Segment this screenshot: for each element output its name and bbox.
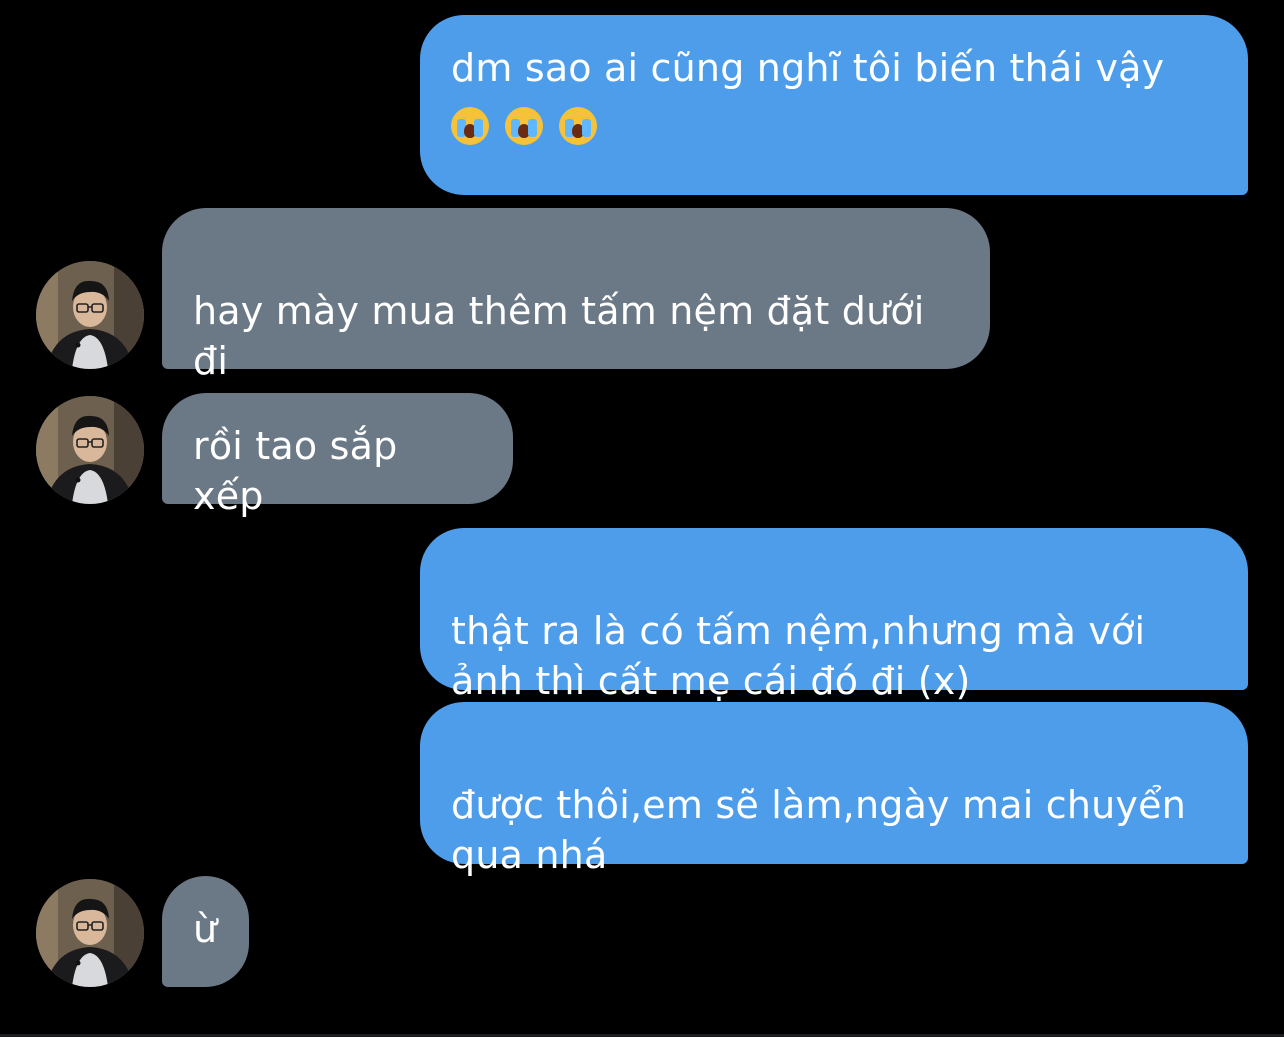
message-text: rồi tao sắp xếp: [193, 424, 398, 518]
message-text: thật ra là có tấm nệm,nhưng mà với ảnh t…: [451, 609, 1146, 703]
message-text: hay mày mua thêm tấm nệm đặt dưới đi: [193, 289, 925, 383]
outgoing-message[interactable]: dm sao ai cũng nghĩ tôi biến thái vậy: [420, 15, 1248, 195]
incoming-message[interactable]: hay mày mua thêm tấm nệm đặt dưới đi: [162, 208, 990, 383]
loudly-crying-face-icon: [451, 107, 489, 145]
contact-avatar[interactable]: [36, 261, 144, 369]
emoji-row: [451, 107, 1208, 145]
message-text: dm sao ai cũng nghĩ tôi biến thái vậy: [451, 46, 1165, 90]
message-text: được thôi,em sẽ làm,ngày mai chuyển qua …: [451, 783, 1186, 877]
outgoing-message[interactable]: thật ra là có tấm nệm,nhưng mà với ảnh t…: [420, 528, 1248, 703]
chat-thread: dm sao ai cũng nghĩ tôi biến thái vậy ha…: [0, 0, 1284, 1037]
incoming-message[interactable]: ừ: [162, 876, 249, 987]
avatar-photo-icon: [36, 261, 144, 369]
outgoing-message[interactable]: được thôi,em sẽ làm,ngày mai chuyển qua …: [420, 702, 1248, 877]
contact-avatar[interactable]: [36, 396, 144, 504]
avatar-photo-icon: [36, 879, 144, 987]
message-text: ừ: [193, 907, 218, 951]
loudly-crying-face-icon: [559, 107, 597, 145]
incoming-message[interactable]: rồi tao sắp xếp: [162, 393, 513, 518]
avatar-photo-icon: [36, 396, 144, 504]
loudly-crying-face-icon: [505, 107, 543, 145]
contact-avatar[interactable]: [36, 879, 144, 987]
